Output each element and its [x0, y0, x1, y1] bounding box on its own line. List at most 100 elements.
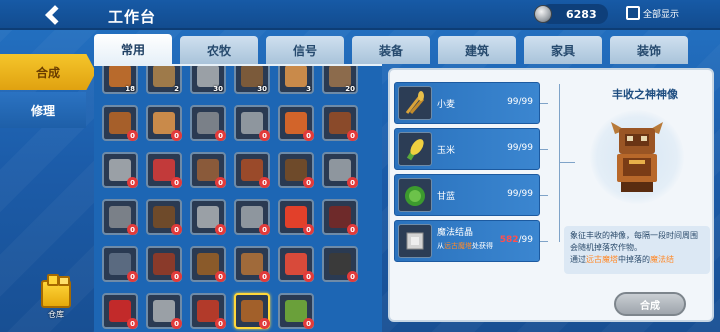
tab-signal[interactable]: 信号 [266, 36, 344, 64]
grid-slot[interactable]: 0 [146, 293, 182, 329]
grid-slot[interactable]: 0 [322, 152, 358, 188]
grid-slot[interactable]: 0 [102, 199, 138, 235]
warehouse-label: 仓库 [48, 310, 64, 319]
material-row[interactable]: 魔法结晶 从远古魔塔处获得 582/99 [394, 220, 540, 262]
item-count-badge: 0 [215, 224, 226, 235]
item-count-badge: 0 [259, 271, 270, 282]
source-link[interactable]: 远古魔塔 [444, 242, 472, 250]
show-all-label: 全部显示 [643, 9, 680, 20]
grid-slot[interactable]: 0 [146, 199, 182, 235]
grid-slot[interactable]: 0 [234, 152, 270, 188]
item-count-badge: 0 [171, 130, 182, 141]
back-button[interactable] [32, 0, 72, 30]
grid-slot[interactable]: 0 [278, 246, 314, 282]
grid-slot[interactable]: 0 [278, 105, 314, 141]
item-count: 30 [213, 85, 223, 93]
description-link-tower[interactable]: 远古魔塔 [586, 255, 618, 264]
item-count-badge: 0 [171, 318, 182, 329]
show-all-toggle[interactable]: 全部显示 [626, 6, 679, 20]
item-count-badge: 0 [303, 271, 314, 282]
item-icon [241, 66, 263, 87]
grid-slot[interactable]: 0 [190, 293, 226, 329]
tool-icon [153, 66, 175, 87]
grid-slot[interactable]: 3 [278, 66, 314, 94]
grid-slot[interactable]: 0 [322, 246, 358, 282]
tab-common[interactable]: 常用 [94, 34, 172, 64]
grid-slot[interactable]: 2 [146, 66, 182, 94]
item-count-badge: 0 [347, 130, 358, 141]
product-description: 象征丰收的神像，每隔一段时间周围会随机掉落农作物。 通过远古魔塔中掉落的魔法结 [564, 226, 710, 274]
item-count-badge: 0 [215, 177, 226, 188]
connector-tick [540, 195, 548, 196]
grid-slot[interactable]: 0 [190, 246, 226, 282]
description-link-crystal[interactable]: 魔法结 [650, 255, 674, 264]
currency-value: 6283 [566, 7, 597, 21]
connector-tick [540, 103, 548, 104]
sword-icon [197, 66, 219, 87]
material-row[interactable]: 甘蓝 99/99 [394, 174, 540, 216]
show-all-checkbox[interactable] [626, 6, 640, 20]
source-suffix: 处获得 [472, 242, 493, 250]
grid-slot[interactable]: 0 [278, 152, 314, 188]
back-arrow-icon [45, 5, 65, 25]
tab-furniture[interactable]: 家具 [524, 36, 602, 64]
grid-slot[interactable]: 0 [146, 246, 182, 282]
connector-tick [540, 241, 548, 242]
grid-slot[interactable]: 0 [278, 199, 314, 235]
grid-slot[interactable]: 0 [102, 293, 138, 329]
item-count-badge: 0 [347, 271, 358, 282]
item-count: 30 [257, 85, 267, 93]
grid-slot[interactable]: 0 [102, 152, 138, 188]
item-count-badge: 0 [171, 271, 182, 282]
item-icon [329, 66, 351, 87]
grid-slot[interactable]: 0 [278, 293, 314, 329]
material-qty-need: /99 [518, 235, 533, 245]
item-count-badge: 0 [171, 177, 182, 188]
grid-slot[interactable]: 0 [322, 105, 358, 141]
side-tab-repair[interactable]: 修理 [0, 92, 86, 128]
item-count-badge: 0 [127, 177, 138, 188]
grid-slot[interactable]: 0 [190, 105, 226, 141]
side-tab-craft[interactable]: 合成 [0, 54, 96, 90]
warehouse-icon [41, 274, 71, 308]
tab-equipment[interactable]: 装备 [352, 36, 430, 64]
craft-button[interactable]: 合成 [614, 292, 686, 316]
item-count-badge: 0 [127, 224, 138, 235]
tab-farming[interactable]: 农牧 [180, 36, 258, 64]
grid-slot[interactable]: 18 [102, 66, 138, 94]
grid-slot[interactable]: 0 [234, 246, 270, 282]
grid-slot[interactable]: 0 [234, 199, 270, 235]
material-row[interactable]: 玉米 99/99 [394, 128, 540, 170]
grid-slot[interactable]: 0 [190, 152, 226, 188]
item-count: 18 [125, 85, 135, 93]
stick-icon [285, 66, 307, 87]
material-row[interactable]: 小麦 99/99 [394, 82, 540, 124]
block-icon [109, 66, 131, 87]
grid-slot[interactable]: 0 [146, 152, 182, 188]
item-count: 2 [174, 85, 179, 93]
grid-slot[interactable]: 0 [102, 105, 138, 141]
tab-decoration[interactable]: 装饰 [610, 36, 688, 64]
recipe-panel: 小麦 99/99 玉米 99/99 甘蓝 99/99 魔法结晶 从远古魔塔处获得… [388, 68, 714, 322]
grid-slot[interactable]: 0 [322, 199, 358, 235]
material-qty: 582/99 [500, 235, 533, 245]
item-count-badge: 0 [303, 130, 314, 141]
grid-slot[interactable]: 20 [322, 66, 358, 94]
item-count-badge: 0 [259, 318, 270, 329]
tab-building[interactable]: 建筑 [438, 36, 516, 64]
item-grid-panel: 18 2 30 30 3 20 0 0 0 0 0 0 0 0 0 0 0 0 0 0 0 0 0 0 0 0 0 0 0 0 0 0 0 0 0 [94, 64, 382, 332]
grid-slot[interactable]: 0 [146, 105, 182, 141]
product-preview [590, 110, 684, 204]
item-count-badge: 0 [303, 318, 314, 329]
source-prefix: 从 [437, 242, 444, 250]
grid-slot[interactable]: 0 [102, 246, 138, 282]
grid-slot[interactable]: 30 [234, 66, 270, 94]
material-qty-have: 582 [499, 235, 519, 245]
corn-icon [398, 132, 432, 166]
grid-slot[interactable]: 0 [190, 199, 226, 235]
grid-slot[interactable]: 30 [190, 66, 226, 94]
grid-slot[interactable]: 0 [234, 293, 270, 329]
warehouse-button[interactable]: 仓库 [38, 274, 74, 324]
grid-slot[interactable]: 0 [234, 105, 270, 141]
magic-crystal-icon [398, 224, 432, 258]
